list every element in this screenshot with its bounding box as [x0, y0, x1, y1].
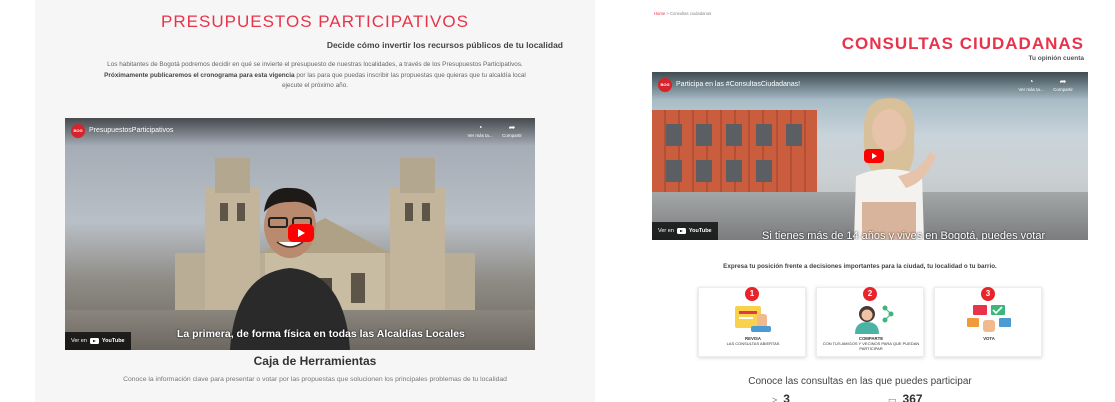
play-button[interactable] [864, 149, 884, 163]
step-number-badge: 1 [745, 287, 759, 301]
step-card-vota[interactable]: 3 VOTA [934, 287, 1042, 357]
watch-on-label: Ver en [658, 228, 674, 234]
youtube-video-player[interactable]: BOG PresupuestosParticipativos ◔ Ver más… [65, 118, 535, 350]
watch-on-youtube-link[interactable]: Ver en YouTube [65, 332, 131, 350]
share-label: Compartir [502, 133, 522, 138]
share-button[interactable]: ➦ Compartir [1048, 77, 1078, 92]
consultas-heading: Conoce las consultas en las que puedes p… [748, 376, 972, 387]
intro-text: Los habitantes de Bogotá podremos decidi… [107, 61, 523, 68]
arrow-icon: > [772, 395, 778, 402]
video-channel-title[interactable]: PresupuestosParticipativos [89, 127, 173, 134]
video-caption: Si tienes más de 14 años y vives en Bogo… [762, 230, 1046, 240]
step-card-text: CON TUS AMIGOS Y VECINOS PARA QUE PUEDAN… [822, 341, 920, 351]
youtube-wordmark: YouTube [101, 338, 125, 344]
watch-later-button[interactable]: ◔ Ver más ta... [465, 123, 495, 138]
step-card-text: LAS CONSULTAS ABIERTAS [726, 341, 780, 346]
step-card-comparte[interactable]: 2 COMPARTE CON TUS AMIGOS Y VECINOS PARA… [816, 287, 924, 357]
step-card-revisa[interactable]: 1 REVISA LAS CONSULTAS ABIERTAS [698, 287, 806, 357]
step-card-label: COMPARTE CON TUS AMIGOS Y VECINOS PARA Q… [817, 336, 925, 351]
clock-icon: ◔ [1028, 77, 1034, 86]
channel-avatar[interactable]: BOG [71, 124, 85, 138]
man-presenter-image [230, 187, 350, 350]
share-icon: ➦ [508, 123, 516, 132]
section-title: Caja de Herramientas [253, 354, 377, 368]
share-button[interactable]: ➦ Compartir [497, 123, 527, 138]
video-channel-title[interactable]: Participa en las #ConsultasCiudadanas! [676, 81, 800, 88]
channel-avatar[interactable]: BOG [658, 78, 672, 92]
breadcrumb: Home > Consultas ciudadanas [654, 11, 711, 16]
woman-presenter-image [854, 98, 936, 240]
screenshot-composite: PRESUPUESTOS PARTICIPATIVOS Decide cómo … [0, 0, 1115, 402]
watch-on-label: Ver en [71, 338, 87, 344]
step-card-label: REVISA LAS CONSULTAS ABIERTAS [699, 336, 807, 346]
page-subtitle: Decide cómo invertir los recursos públic… [326, 40, 563, 50]
intro-paragraph: Los habitantes de Bogotá podremos decidi… [95, 60, 535, 92]
step-number-badge: 3 [981, 287, 995, 301]
document-hand-icon [735, 306, 771, 332]
section-text: Conoce la información clave para present… [123, 376, 507, 383]
watch-later-label: Ver más ta... [467, 133, 493, 138]
watch-later-label: Ver más ta... [1018, 87, 1044, 92]
clock-icon: ◔ [477, 123, 483, 132]
page-subtitle: Tu opinión cuenta [1028, 55, 1085, 62]
watch-later-button[interactable]: ◔ Ver más ta... [1016, 77, 1046, 92]
consultas-page: Home > Consultas ciudadanas CONSULTAS CI… [620, 0, 1100, 402]
lead-text: Expresa tu posición frente a decisiones … [723, 263, 997, 270]
calendar-icon: ▭ [888, 395, 897, 402]
step-number-badge: 2 [863, 287, 877, 301]
vote-hands-icon [967, 305, 1011, 332]
breadcrumb-home-link[interactable]: Home [654, 11, 665, 16]
stat-value: 367 [902, 392, 923, 402]
step-card-label: VOTA [935, 336, 1043, 341]
intro-outro: por las para que puedas inscribir las pr… [281, 71, 526, 90]
share-label: Compartir [1053, 87, 1073, 92]
share-icon: ➦ [1059, 77, 1067, 86]
youtube-logo-icon [676, 228, 686, 234]
intro-highlight: Próximamente publicaremos el cronograma … [104, 71, 295, 79]
woman-share-icon [855, 305, 894, 334]
video-caption: La primera, de forma física en todas las… [177, 328, 465, 340]
watch-on-youtube-link[interactable]: Ver en YouTube [652, 222, 718, 240]
youtube-logo-icon [89, 338, 99, 344]
youtube-video-player[interactable]: BOG Participa en las #ConsultasCiudadana… [652, 72, 1088, 240]
stat-value: 3 [783, 392, 790, 402]
page-title: PRESUPUESTOS PARTICIPATIVOS [161, 12, 469, 31]
presupuestos-page: PRESUPUESTOS PARTICIPATIVOS Decide cómo … [35, 0, 595, 402]
breadcrumb-current: Consultas ciudadanas [669, 11, 712, 16]
page-title: CONSULTAS CIUDADANAS [841, 34, 1084, 53]
days-count: ▭ 367 [888, 392, 923, 402]
play-button[interactable] [288, 224, 314, 242]
youtube-wordmark: YouTube [688, 228, 712, 234]
breadcrumb-separator: > [666, 11, 669, 16]
step-card-title: VOTA [983, 336, 995, 341]
open-consultas-count: >3 [772, 392, 790, 402]
